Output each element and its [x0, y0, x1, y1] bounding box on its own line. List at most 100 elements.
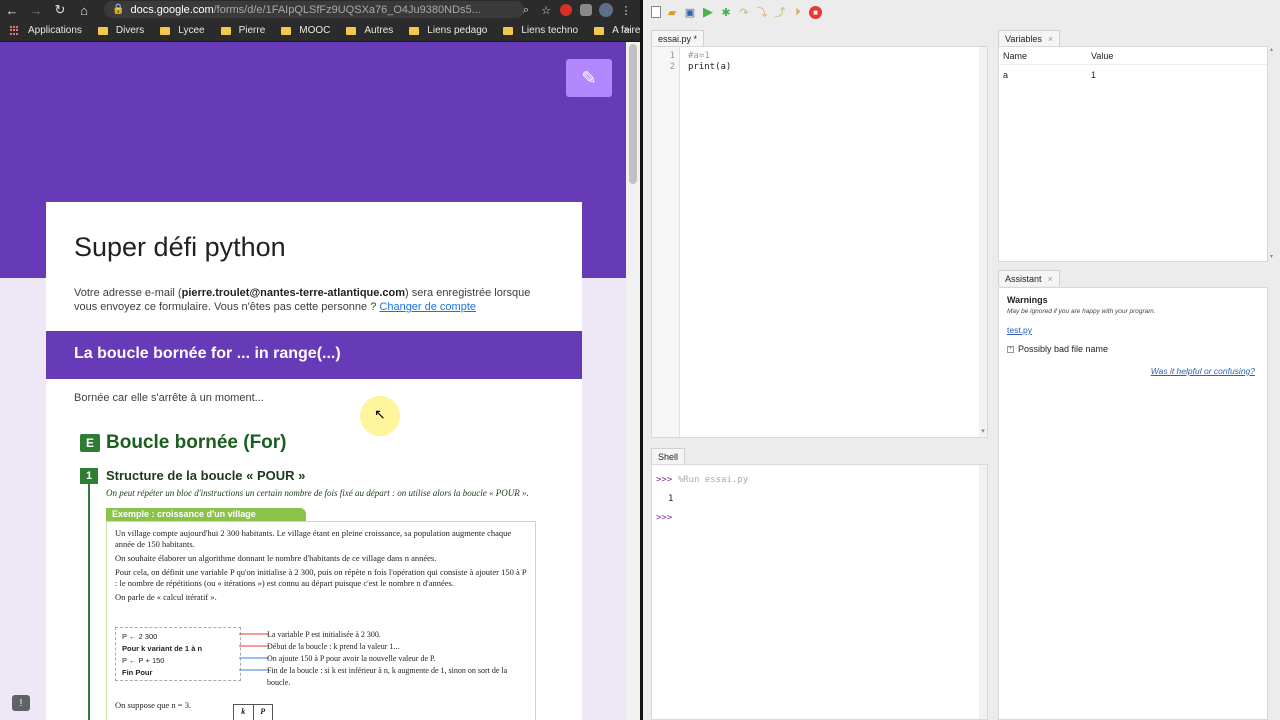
variable-value: 1 [1091, 70, 1097, 80]
form-title: Super défi python [74, 232, 286, 262]
folder-icon [503, 26, 514, 35]
algorithm-notes: La variable P est initialisée à 2 300. D… [267, 629, 527, 689]
algo-line: P ← 2 300 [122, 632, 158, 641]
tab-shell[interactable]: Shell [651, 448, 686, 464]
code-editor[interactable]: 1 2 #a=1 print(a) ▾ [651, 46, 988, 438]
stop-icon[interactable]: ■ [809, 5, 822, 19]
folder-icon [97, 26, 108, 35]
tab-assistant[interactable]: Assistant × [998, 270, 1060, 286]
folder-icon [220, 26, 231, 35]
debug-icon[interactable]: ✱ [719, 5, 733, 19]
variable-row[interactable]: a 1 [999, 65, 1267, 85]
book-margin-line [88, 484, 90, 720]
bookmark-folder[interactable]: Divers [97, 25, 144, 36]
scrollbar-thumb[interactable] [629, 44, 637, 184]
step-out-icon[interactable]: ⤴ [773, 5, 787, 19]
algo-line: Fin Pour [122, 668, 153, 677]
bookmark-folder[interactable]: Liens pedago [409, 25, 487, 36]
form-email-notice: Votre adresse e-mail (pierre.troulet@nan… [74, 287, 531, 313]
file-link[interactable]: test.py [1007, 325, 1259, 335]
bookmark-folder[interactable]: MOOC [281, 25, 330, 36]
scroll-up-icon[interactable]: ▴ [1270, 46, 1273, 53]
scroll-down-icon[interactable]: ▾ [1270, 253, 1273, 260]
save-file-icon[interactable]: ▣ [683, 5, 697, 19]
open-file-icon[interactable]: ▰ [665, 5, 679, 19]
editor-scrollbar[interactable]: ▾ [979, 47, 987, 437]
url-path: /forms/d/e/1FAIpQLSfFz9UQSXa76_O4Ju9380N… [213, 3, 481, 16]
shell-console[interactable]: >>> %Run essai.py 1 >>> [651, 464, 988, 720]
variable-name: a [1003, 70, 1009, 80]
book-paragraph: On souhaite élaborer un algorithme donna… [115, 553, 437, 563]
book-intro: On peut répéter un bloc d'instructions u… [106, 488, 529, 498]
bookmark-folder[interactable]: A faire [594, 25, 640, 36]
profile-avatar[interactable] [598, 2, 614, 18]
ide-toolbar: ▰ ▣ ▶ ✱ ↷ ⤵ ⤴ ⏵ ■ [643, 0, 1280, 24]
line-number: 1 [669, 51, 675, 61]
folder-icon [160, 26, 171, 35]
zoom-icon[interactable]: ⌕ [518, 2, 534, 18]
algo-arrows [239, 633, 269, 671]
folder-icon [281, 26, 292, 35]
feedback-link[interactable]: Was it helpful or confusing? [1007, 366, 1259, 376]
section-description: Bornée car elle s'arrête à un moment... [74, 392, 264, 404]
resume-icon[interactable]: ⏵ [791, 5, 805, 19]
shell-scrollbar[interactable] [979, 465, 987, 719]
feedback-icon[interactable]: ! [12, 695, 30, 711]
bookmark-applications[interactable]: Applications [10, 25, 82, 36]
warning-item[interactable]: + Possibly bad file name [1007, 344, 1259, 354]
column-header-value[interactable]: Value [1091, 51, 1261, 61]
menu-icon[interactable]: ⋮ [618, 2, 634, 18]
close-icon[interactable]: × [1048, 34, 1053, 44]
book-suppose: On suppose que n = 3. [115, 700, 192, 710]
home-icon[interactable]: ⌂ [72, 0, 96, 20]
back-icon[interactable]: ← [0, 0, 24, 20]
scroll-down-icon[interactable]: ▾ [979, 427, 987, 435]
change-account-link[interactable]: Changer de compte [379, 301, 476, 313]
iteration-table: k P [233, 704, 273, 720]
algo-line: Pour k variant de 1 à n [122, 644, 203, 653]
bookmark-folder[interactable]: Liens techno [503, 25, 578, 36]
extension-red-icon[interactable] [558, 2, 574, 18]
bookmarks-overflow-icon[interactable]: » [624, 24, 630, 36]
example-tag: Exemple : croissance d'un village [106, 508, 306, 521]
edit-form-button[interactable]: ✎ [566, 59, 612, 97]
book-heading: Boucle bornée (For) [106, 432, 287, 453]
code-content[interactable]: #a=1 print(a) [688, 51, 731, 73]
bookmark-folder[interactable]: Pierre [220, 25, 265, 36]
new-file-icon[interactable] [651, 6, 661, 18]
book-number-badge: 1 [80, 468, 98, 484]
tab-essai-py[interactable]: essai.py * [651, 30, 705, 46]
extension-grey-icon[interactable] [578, 2, 594, 18]
run-icon[interactable]: ▶ [701, 4, 715, 19]
browser-window: ← → ↻ ⌂ 🔒 docs.google.com/forms/d/e/1FAI… [0, 0, 640, 720]
step-over-icon[interactable]: ↷ [737, 5, 751, 19]
address-bar[interactable]: 🔒 docs.google.com/forms/d/e/1FAIpQLSfFz9… [104, 1, 524, 18]
table-header: P [260, 707, 266, 716]
tab-variables[interactable]: Variables × [998, 30, 1061, 46]
page-scrollbar[interactable] [626, 42, 640, 720]
bookmarks-bar: Applications Divers Lycee Pierre MOOC Au… [0, 20, 640, 42]
expand-icon[interactable]: + [1007, 345, 1014, 353]
bookmark-folder[interactable]: Autres [346, 25, 393, 36]
code-line: print(a) [688, 62, 732, 72]
line-number: 2 [669, 62, 675, 72]
close-icon[interactable]: × [1048, 274, 1053, 284]
algo-line: P ← P + 150 [122, 656, 165, 665]
algo-note: Début de la boucle : k prend la valeur 1… [267, 642, 400, 651]
bookmark-folder[interactable]: Lycee [160, 25, 205, 36]
star-icon[interactable]: ☆ [538, 2, 554, 18]
forward-icon[interactable]: → [24, 0, 48, 20]
variables-scrollbar[interactable]: ▴ ▾ [1270, 46, 1276, 262]
section-header: La boucle bornée for ... in range(...) [46, 331, 582, 379]
book-subheading: Structure de la boucle « POUR » [106, 468, 306, 483]
algo-note: On ajoute 150 à P pour avoir la nouvelle… [267, 654, 436, 663]
browser-toolbar: ← → ↻ ⌂ 🔒 docs.google.com/forms/d/e/1FAI… [0, 0, 640, 20]
shell-output: 1 [668, 494, 674, 504]
shell-line: >>> [656, 509, 983, 528]
column-header-name[interactable]: Name [999, 51, 1091, 61]
step-into-icon[interactable]: ⤵ [755, 5, 769, 19]
browser-actions: ⌕ ☆ ⋮ [518, 0, 640, 20]
book-paragraph: Pour cela, on définit une variable P qu'… [115, 567, 527, 588]
assistant-panel: Warnings May be ignored if you are happy… [998, 287, 1268, 720]
reload-icon[interactable]: ↻ [48, 0, 72, 20]
